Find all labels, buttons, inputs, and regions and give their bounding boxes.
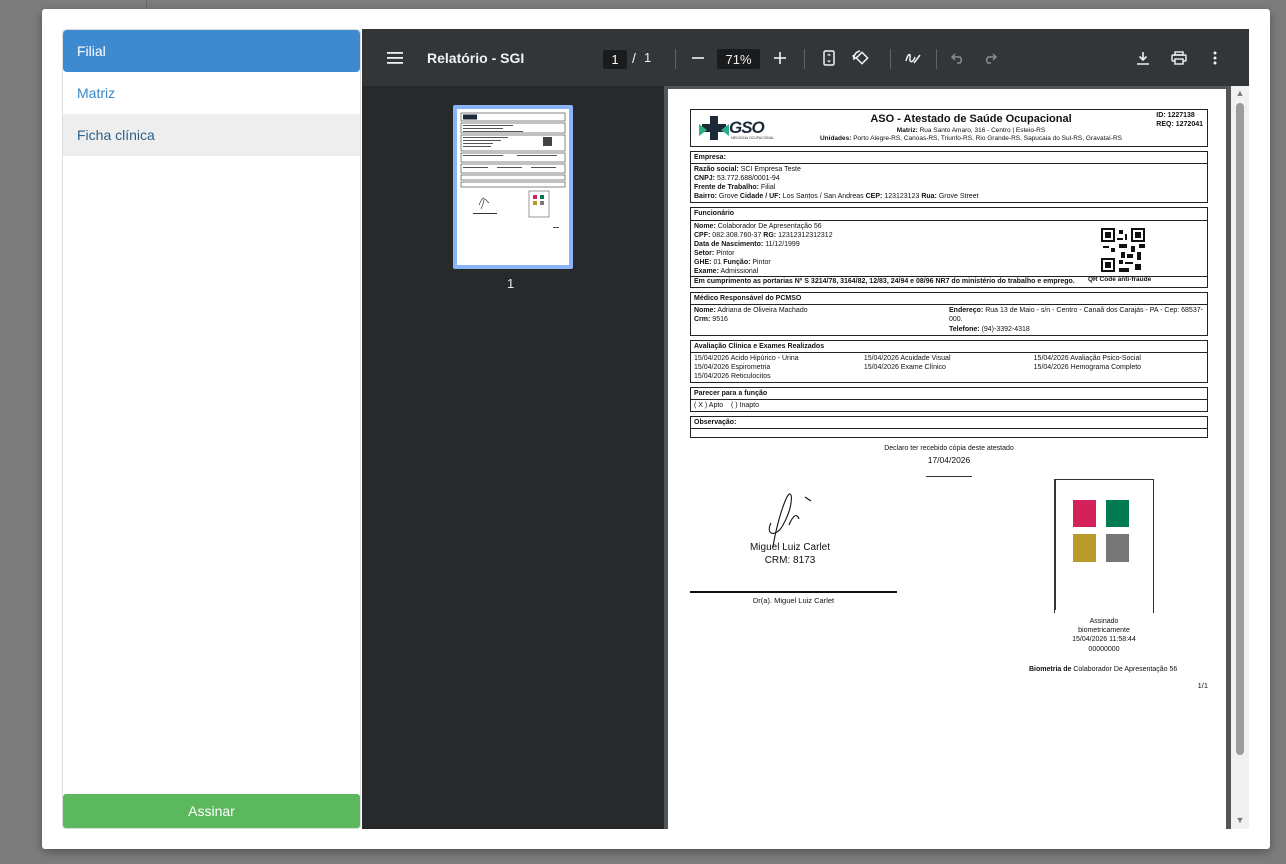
scrollbar-thumb[interactable] xyxy=(1236,103,1244,755)
document-title: Relatório - SGI xyxy=(427,49,525,66)
vertical-scrollbar[interactable]: ▲ ▼ xyxy=(1231,86,1249,829)
nav-item-matriz[interactable]: Matriz xyxy=(63,72,360,114)
scroll-down-icon[interactable]: ▼ xyxy=(1235,815,1245,825)
pdf-toolbar: Relatório - SGI 1 / 1 71% xyxy=(362,29,1249,86)
doc-title: ASO - Atestado de Saúde Ocupacional xyxy=(870,113,1072,125)
declaration-text: Declaro ter recebido cópia deste atestad… xyxy=(884,445,1014,453)
nav-item-ficha-clinica[interactable]: Ficha clínica xyxy=(63,114,360,156)
page-total: 1 xyxy=(644,50,652,65)
zoom-in-icon[interactable] xyxy=(770,29,790,86)
menu-icon[interactable] xyxy=(384,29,406,86)
zoom-out-icon[interactable] xyxy=(688,29,708,86)
print-icon[interactable] xyxy=(1168,29,1190,86)
company-logo: GSO MEDICINA OCUPACIONAL xyxy=(699,116,774,140)
thumbnail-panel: 1 xyxy=(362,86,664,829)
fit-page-icon[interactable] xyxy=(818,29,840,86)
declaration-date: 17/04/2026 xyxy=(927,455,971,466)
nav-item-filial[interactable]: Filial xyxy=(63,30,360,72)
pdf-viewer: Relatório - SGI 1 / 1 71% 1 GSO MEDICINA… xyxy=(362,29,1249,829)
redo-icon[interactable] xyxy=(979,29,1001,86)
thumbnail-page-number: 1 xyxy=(507,276,515,291)
scroll-up-icon[interactable]: ▲ xyxy=(1235,88,1245,98)
page-canvas: GSO MEDICINA OCUPACIONAL ASO - Atestado … xyxy=(664,86,1249,829)
funcionario-section: Funcionário Nome: Colaborador De Apresen… xyxy=(690,207,1208,289)
biometric-caption: Assinado biometricamente 15/04/2026 11:5… xyxy=(1072,618,1136,653)
qr-label: QR Code anti-fraude xyxy=(1088,276,1152,284)
exames-section: Avaliação Clínica e Exames Realizados 15… xyxy=(690,339,1208,383)
doc-ids: ID: 1227138 REQ: 1272041 xyxy=(1156,112,1203,129)
empresa-section: Empresa: Razão social: SCI Empresa Teste… xyxy=(690,151,1208,204)
qr-code xyxy=(1101,228,1145,273)
signature-modal: Filial Matriz Ficha clínica Assinar Rela… xyxy=(42,9,1270,849)
observacao-section: Observação: xyxy=(690,416,1208,439)
medico-section: Médico Responsável do PCMSO Nome: Adrian… xyxy=(690,292,1208,336)
rotate-icon[interactable] xyxy=(849,29,873,86)
signature-stamp: Miguel Luiz Carlet CRM: 8173 xyxy=(749,542,831,567)
assinar-button[interactable]: Assinar xyxy=(63,794,360,828)
more-options-icon[interactable] xyxy=(1204,29,1226,86)
parecer-section: Parecer para a função ( X ) Apto ( ) Ina… xyxy=(690,386,1208,413)
page-separator: / xyxy=(632,49,636,66)
doctor-caption: Dr(a). Miguel Luiz Carlet xyxy=(752,596,835,606)
pdf-page: GSO MEDICINA OCUPACIONAL ASO - Atestado … xyxy=(668,89,1226,829)
sidebar-nav: Filial Matriz Ficha clínica Assinar xyxy=(62,29,361,829)
page-footer: 1/1 xyxy=(1197,681,1208,691)
doc-header: GSO MEDICINA OCUPACIONAL ASO - Atestado … xyxy=(690,109,1208,147)
page-number-input[interactable]: 1 xyxy=(603,50,627,69)
biometric-image xyxy=(1054,479,1154,614)
biometria-line: Biometria de Colaborador De Apresentação… xyxy=(1029,666,1178,674)
doc-address: Matriz: Rua Santo Amaro, 316 - Centro | … xyxy=(819,127,1122,143)
page-thumbnail[interactable] xyxy=(453,105,573,269)
download-icon[interactable] xyxy=(1132,29,1154,86)
undo-icon[interactable] xyxy=(947,29,969,86)
zoom-level-input[interactable]: 71% xyxy=(717,49,760,69)
draw-icon[interactable] xyxy=(901,29,925,86)
